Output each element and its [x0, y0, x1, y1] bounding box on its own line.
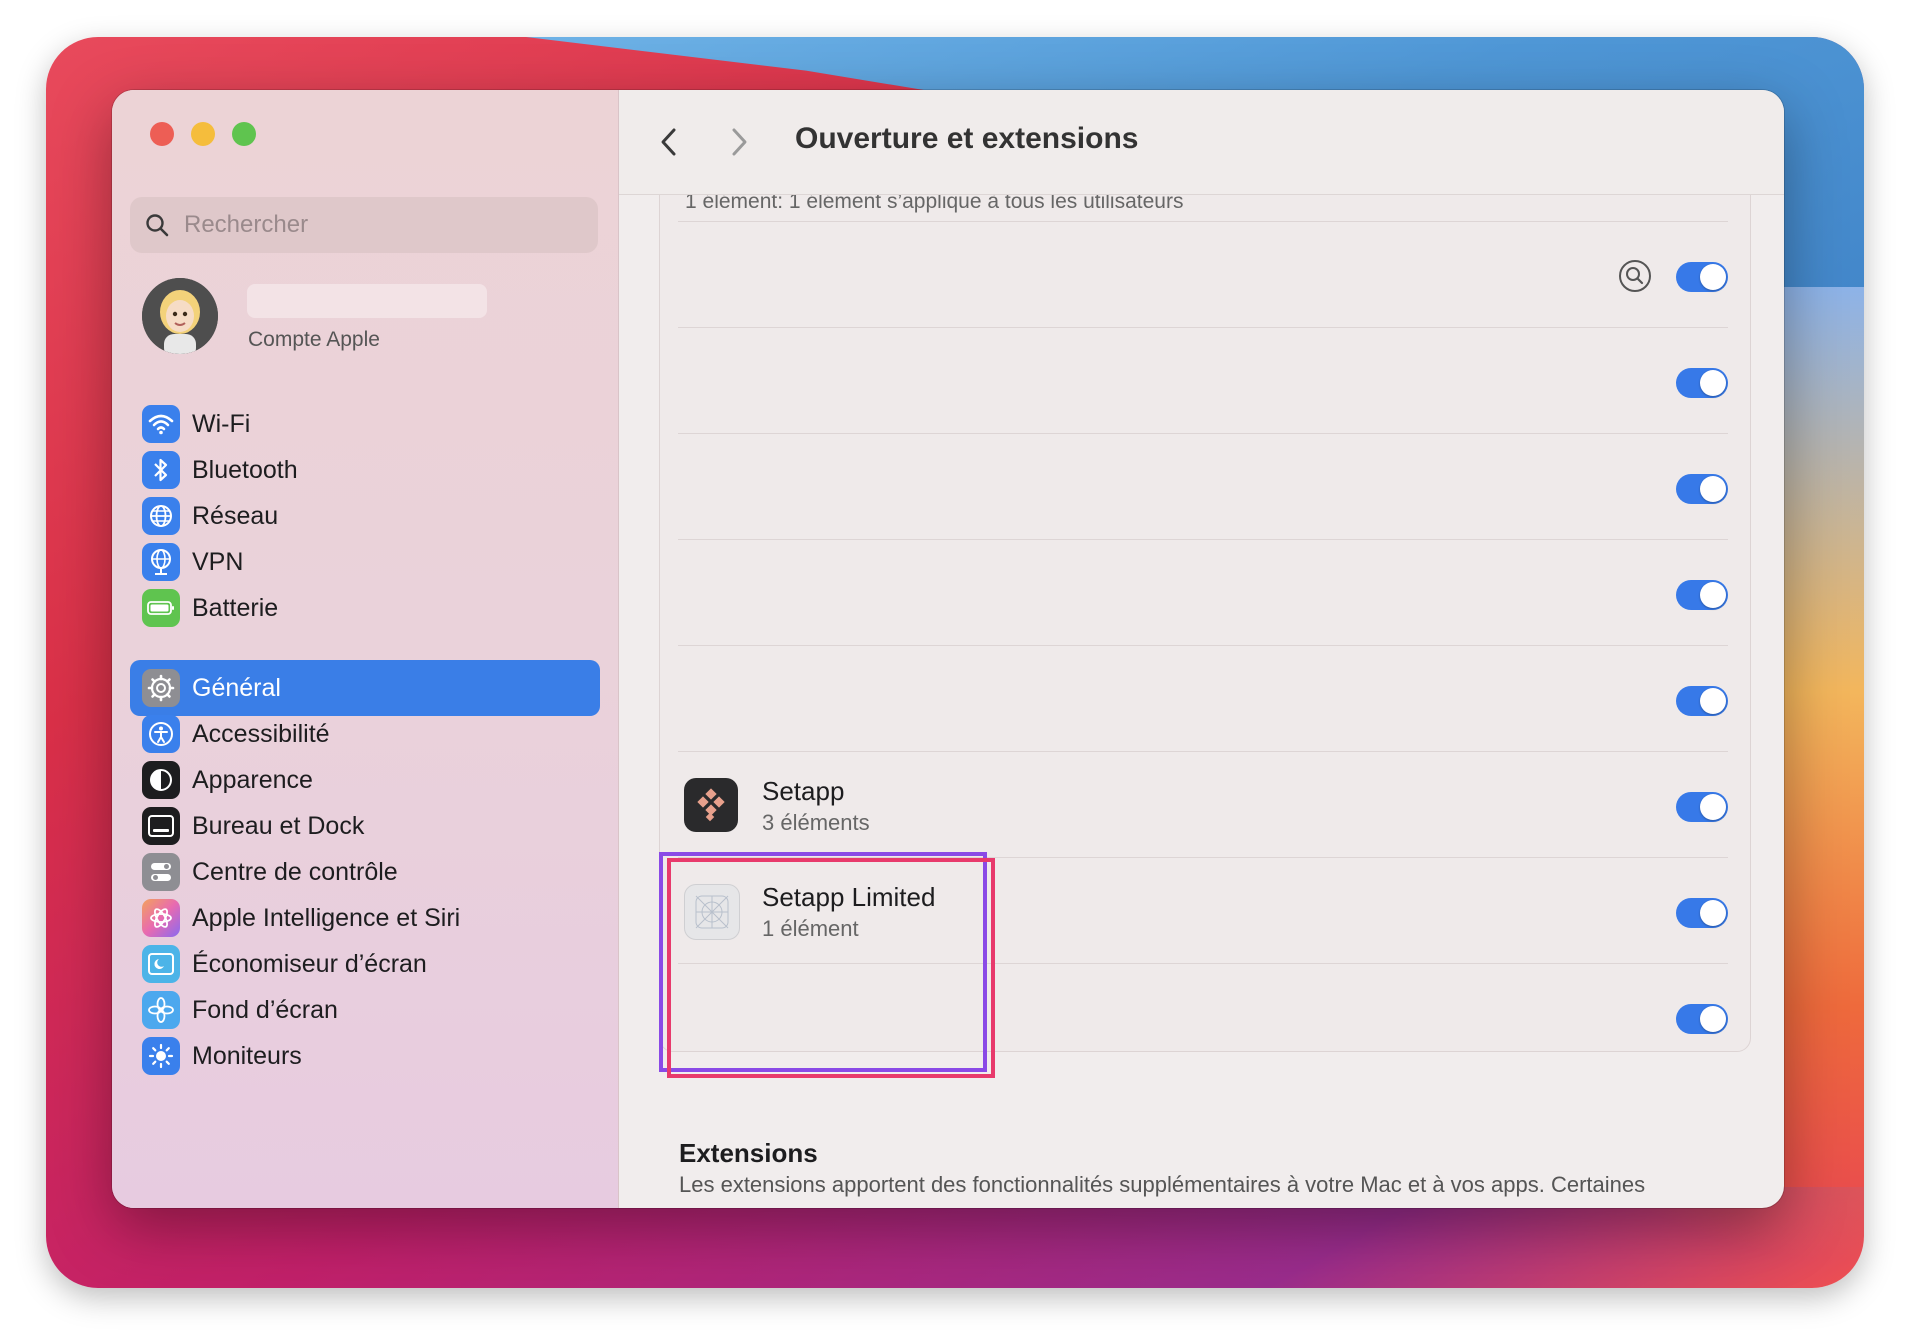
sidebar-item-label: Moniteurs [192, 1041, 302, 1070]
sidebar: Compte Apple Wi-Fi Bluetooth Réseau [112, 90, 619, 1208]
list-item [678, 539, 1728, 646]
dock-icon [142, 807, 180, 845]
extensions-heading: Extensions [679, 1138, 818, 1168]
vpn-globe-icon [142, 543, 180, 581]
sidebar-item-label: Apple Intelligence et Siri [192, 903, 461, 932]
account-subtitle: Compte Apple [248, 328, 380, 351]
toggle-switch[interactable] [1676, 898, 1728, 928]
sidebar-item-label: Réseau [192, 501, 279, 530]
highlight-box-pink [667, 858, 995, 1078]
chevron-left-icon [661, 128, 676, 156]
toggle-switch[interactable] [1676, 262, 1728, 292]
toggle-switch[interactable] [1676, 686, 1728, 716]
sidebar-item-label: Accessibilité [192, 719, 330, 748]
list-item [678, 645, 1728, 752]
sidebar-item-label: Général [192, 673, 281, 702]
toggle-switch[interactable] [1676, 580, 1728, 610]
info-magnifier-icon[interactable] [1617, 258, 1653, 294]
sidebar-item-label: Wi-Fi [192, 409, 251, 438]
sidebar-item-label: Économiseur d’écran [192, 949, 427, 978]
list-item [678, 433, 1728, 540]
forward-button[interactable] [719, 122, 759, 162]
apple-account[interactable]: Compte Apple [142, 278, 582, 358]
setapp-icon [684, 778, 738, 832]
sidebar-item-displays[interactable]: Moniteurs [130, 1028, 600, 1084]
sidebar-item-label: Bluetooth [192, 455, 298, 484]
sidebar-item-label: Centre de contrôle [192, 857, 398, 886]
app-name: Setapp [762, 776, 845, 806]
list-item-setapp[interactable]: Setapp 3 éléments [678, 751, 1728, 858]
sidebar-item-label: Batterie [192, 593, 279, 622]
sidebar-item-label: Fond d’écran [192, 995, 338, 1024]
page-title: Ouverture et extensions [795, 122, 1139, 155]
toggle-switch[interactable] [1676, 368, 1728, 398]
globe-icon [142, 497, 180, 535]
window-controls [150, 122, 256, 146]
list-item [678, 221, 1728, 328]
zoom-button[interactable] [232, 122, 256, 146]
avatar [142, 278, 218, 354]
minimize-button[interactable] [191, 122, 215, 146]
account-name-redacted [247, 284, 487, 318]
sun-icon [142, 1037, 180, 1075]
accessibility-icon [142, 715, 180, 753]
wallpaper-icon [142, 991, 180, 1029]
sidebar-item-label: Bureau et Dock [192, 811, 365, 840]
search-input[interactable] [182, 210, 566, 240]
battery-icon [142, 589, 180, 627]
search-icon [146, 214, 169, 237]
gear-icon [142, 669, 180, 707]
extensions-description: Les extensions apportent des fonctionnal… [679, 1172, 1646, 1197]
app-item-count: 3 éléments [762, 810, 870, 835]
back-button[interactable] [649, 122, 689, 162]
toolbar: Ouverture et extensions [619, 90, 1784, 195]
appearance-icon [142, 761, 180, 799]
sidebar-item-label: VPN [192, 547, 244, 576]
siri-icon [142, 899, 180, 937]
sidebar-item-label: Apparence [192, 765, 313, 794]
list-item [678, 327, 1728, 434]
chevron-right-icon [732, 128, 747, 156]
toggle-switch[interactable] [1676, 474, 1728, 504]
toggle-switch[interactable] [1676, 1004, 1728, 1034]
wifi-icon [142, 405, 180, 443]
sidebar-item-battery[interactable]: Batterie [130, 580, 600, 636]
search-field[interactable] [130, 197, 598, 253]
screensaver-icon [142, 945, 180, 983]
bluetooth-icon [142, 451, 180, 489]
toggle-switch[interactable] [1676, 792, 1728, 822]
control-center-icon [142, 853, 180, 891]
system-settings-window: Compte Apple Wi-Fi Bluetooth Réseau [112, 90, 1784, 1208]
close-button[interactable] [150, 122, 174, 146]
main-pane: Ouverture et extensions Setapp 3 élément… [619, 90, 1784, 1208]
